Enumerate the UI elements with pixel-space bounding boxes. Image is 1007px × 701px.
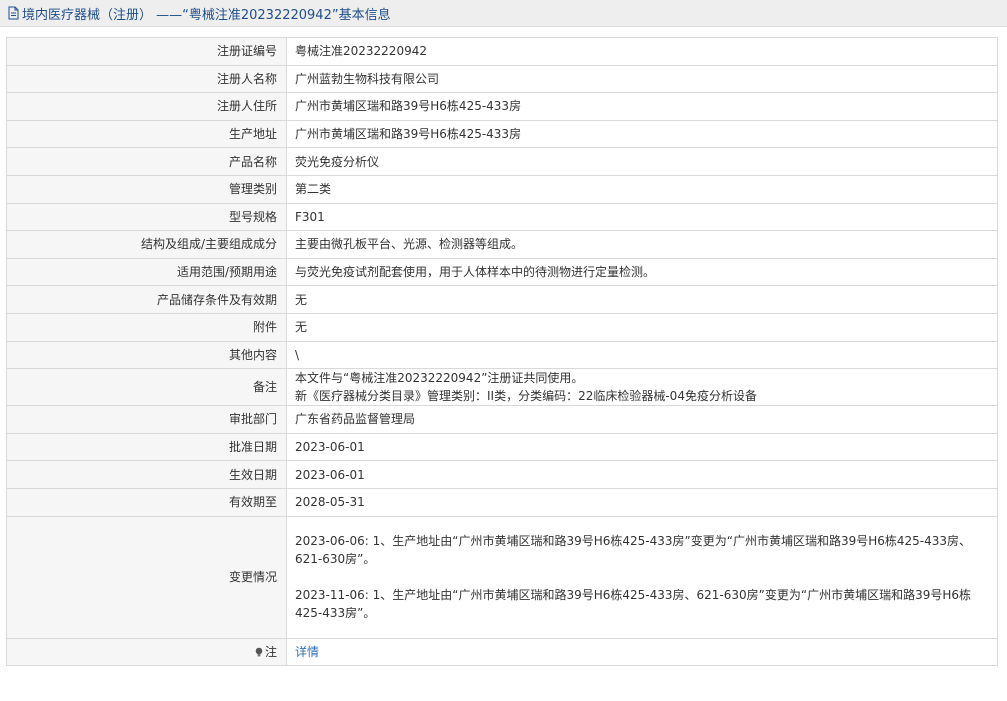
- table-row: 注册证编号 粤械注准20232220942: [6, 37, 998, 66]
- row-label: 批准日期: [6, 432, 287, 462]
- row-value: 与荧光免疫试剂配套使用，用于人体样本中的待测物进行定量检测。: [286, 257, 998, 287]
- row-label: 有效期至: [6, 487, 287, 517]
- page-title: 境内医疗器械（注册） ——“粤械注准20232220942”基本信息: [22, 7, 391, 23]
- row-value: \: [286, 340, 998, 370]
- table-row: 有效期至 2028-05-31: [6, 487, 998, 517]
- row-value: 广州蓝勃生物科技有限公司: [286, 64, 998, 94]
- row-value: 荧光免疫分析仪: [286, 147, 998, 176]
- table-row: 结构及组成/主要组成成分 主要由微孔板平台、光源、检测器等组成。: [6, 230, 998, 259]
- row-value: 广州市黄埔区瑞和路39号H6栋425-433房: [286, 92, 998, 121]
- row-label: 产品储存条件及有效期: [6, 285, 287, 314]
- change-entry: 2023-06-06: 1、生产地址由“广州市黄埔区瑞和路39号H6栋425-4…: [295, 534, 972, 566]
- row-label: 型号规格: [6, 202, 287, 232]
- row-value: 无: [286, 285, 998, 314]
- row-value: 第二类: [286, 174, 998, 204]
- details-link[interactable]: 详情: [295, 645, 319, 659]
- row-value: 2023-06-01: [286, 432, 998, 462]
- row-label: 适用范围/预期用途: [6, 257, 287, 287]
- row-label: 审批部门: [6, 405, 287, 434]
- row-label: 管理类别: [6, 174, 287, 204]
- table-row: 批准日期 2023-06-01: [6, 432, 998, 462]
- table-row: 注册人名称 广州蓝勃生物科技有限公司: [6, 64, 998, 94]
- info-table: 注册证编号 粤械注准20232220942 注册人名称 广州蓝勃生物科技有限公司 注…: [6, 37, 998, 667]
- changes-value: 2023-06-06: 1、生产地址由“广州市黄埔区瑞和路39号H6栋425-4…: [286, 515, 998, 639]
- change-entry: 2023-11-06: 1、生产地址由“广州市黄埔区瑞和路39号H6栋425-4…: [295, 588, 972, 620]
- table-row: 注册人住所 广州市黄埔区瑞和路39号H6栋425-433房: [6, 92, 998, 121]
- table-row: 产品名称 荧光免疫分析仪: [6, 147, 998, 176]
- row-label: 备注: [6, 368, 287, 407]
- note-row: 注 详情: [6, 637, 998, 667]
- row-value: 主要由微孔板平台、光源、检测器等组成。: [286, 230, 998, 259]
- note-value: 详情: [286, 637, 998, 667]
- row-value: 广州市黄埔区瑞和路39号H6栋425-433房: [286, 119, 998, 149]
- row-value: 2028-05-31: [286, 487, 998, 517]
- page-header: 境内医疗器械（注册） ——“粤械注准20232220942”基本信息: [0, 0, 1007, 27]
- row-value: F301: [286, 202, 998, 232]
- note-label: 注: [264, 644, 277, 659]
- table-row: 管理类别 第二类: [6, 174, 998, 204]
- table-row: 审批部门 广东省药品监督管理局: [6, 405, 998, 434]
- row-label: 注册人名称: [6, 64, 287, 94]
- changes-row: 变更情况 2023-06-06: 1、生产地址由“广州市黄埔区瑞和路39号H6栋…: [6, 515, 998, 639]
- row-value: 本文件与“粤械注准20232220942”注册证共同使用。 新《医疗器械分类目录…: [286, 368, 998, 407]
- table-row: 型号规格 F301: [6, 202, 998, 232]
- table-row: 产品储存条件及有效期无: [6, 285, 998, 314]
- row-label: 生产地址: [6, 119, 287, 149]
- table-row: 生效日期 2023-06-01: [6, 460, 998, 489]
- bulb-icon: [255, 647, 263, 657]
- changes-label: 变更情况: [6, 515, 287, 639]
- row-label: 注册人住所: [6, 92, 287, 121]
- table-row: 备注 本文件与“粤械注准20232220942”注册证共同使用。 新《医疗器械分类…: [6, 368, 998, 407]
- row-value: 粤械注准20232220942: [286, 37, 998, 66]
- row-label: 生效日期: [6, 460, 287, 489]
- document-icon: [8, 6, 19, 20]
- note-label-cell: 注: [6, 637, 287, 667]
- table-row: 其他内容 \: [6, 340, 998, 370]
- row-label: 结构及组成/主要组成成分: [6, 230, 287, 259]
- row-label: 其他内容: [6, 340, 287, 370]
- row-label: 附件: [6, 312, 287, 342]
- info-table-wrap: 注册证编号 粤械注准20232220942 注册人名称 广州蓝勃生物科技有限公司 注…: [6, 37, 998, 667]
- table-row: 附件无: [6, 312, 998, 342]
- row-label: 产品名称: [6, 147, 287, 176]
- row-value: 广东省药品监督管理局: [286, 405, 998, 434]
- row-value: 无: [286, 312, 998, 342]
- table-row: 生产地址 广州市黄埔区瑞和路39号H6栋425-433房: [6, 119, 998, 149]
- row-value: 2023-06-01: [286, 460, 998, 489]
- table-row: 适用范围/预期用途 与荧光免疫试剂配套使用，用于人体样本中的待测物进行定量检测。: [6, 257, 998, 287]
- row-label: 注册证编号: [6, 37, 287, 66]
